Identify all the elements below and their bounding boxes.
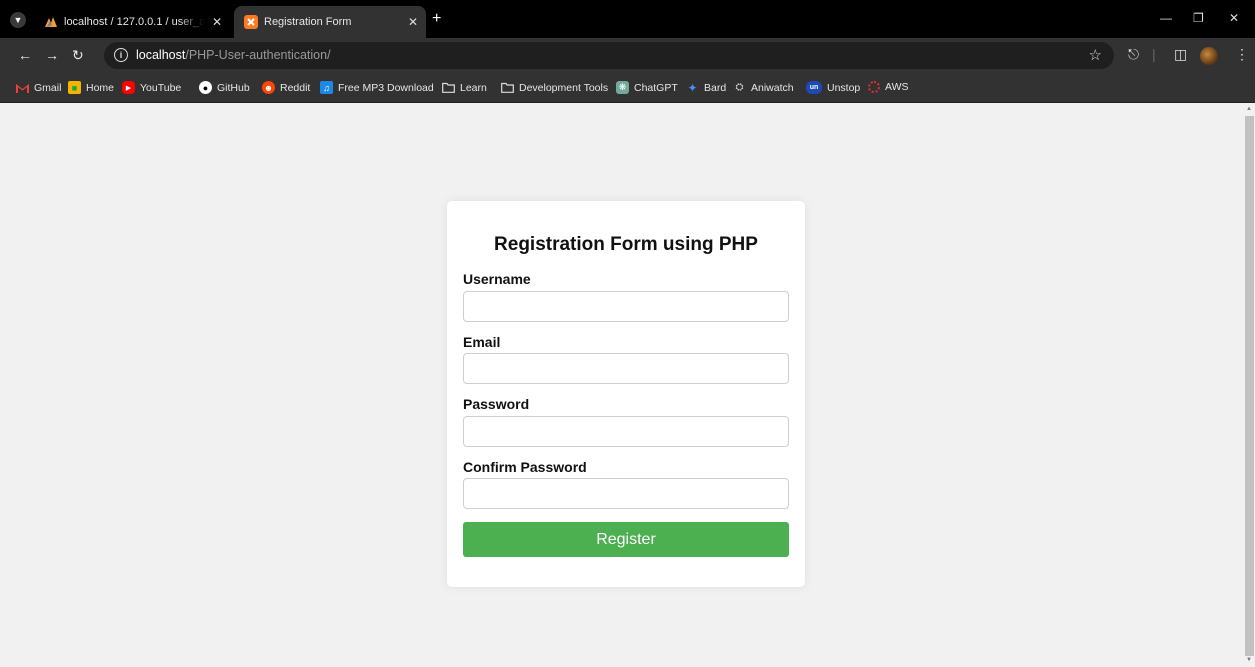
folder-icon bbox=[501, 81, 514, 94]
aws-icon bbox=[868, 81, 880, 93]
register-button[interactable]: Register bbox=[463, 522, 789, 557]
reddit-icon: ☻ bbox=[262, 81, 275, 94]
bard-icon: ✦ bbox=[687, 80, 698, 95]
email-label: Email bbox=[463, 334, 501, 350]
forward-arrow-icon[interactable]: → bbox=[45, 47, 59, 63]
toolbar-divider: | bbox=[1152, 46, 1156, 62]
address-bar[interactable]: i localhost/PHP-User-authentication/ ☆ bbox=[104, 42, 1114, 69]
tab-title: localhost / 127.0.0.1 / user_auth bbox=[64, 16, 204, 28]
form-title: Registration Form using PHP bbox=[494, 234, 758, 255]
registration-card: Registration Form using PHP Username Ema… bbox=[447, 201, 805, 587]
close-icon[interactable]: ✕ bbox=[408, 15, 418, 29]
new-tab-plus-icon[interactable]: + bbox=[432, 10, 441, 28]
minimize-icon[interactable]: — bbox=[1160, 11, 1172, 25]
confirm-password-input[interactable] bbox=[463, 478, 789, 509]
bookmark-aniwatch[interactable]: ⛭ Aniwatch bbox=[733, 81, 794, 94]
site-info-icon[interactable]: i bbox=[114, 48, 128, 62]
tab-search-button[interactable]: ▼ bbox=[10, 12, 26, 28]
bookmark-folder-development-tools[interactable]: Development Tools bbox=[501, 81, 608, 94]
browser-toolbar: ← → ↻ i localhost/PHP-User-authenticatio… bbox=[0, 38, 1255, 73]
side-panel-icon[interactable]: ◫ bbox=[1174, 46, 1187, 63]
chatgpt-icon: ❋ bbox=[616, 81, 629, 94]
bookmark-aws[interactable]: AWS bbox=[868, 81, 909, 93]
close-icon[interactable]: ✕ bbox=[212, 15, 222, 29]
gmail-icon bbox=[16, 81, 29, 94]
aniwatch-icon: ⛭ bbox=[735, 82, 744, 93]
profile-avatar[interactable] bbox=[1200, 47, 1218, 65]
back-arrow-icon[interactable]: ← bbox=[18, 47, 32, 63]
restore-icon[interactable]: ❐ bbox=[1193, 11, 1204, 25]
bookmark-unstop[interactable]: un Unstop bbox=[806, 81, 860, 94]
email-input[interactable] bbox=[463, 353, 789, 384]
reload-icon[interactable]: ↻ bbox=[72, 47, 84, 63]
bookmark-youtube[interactable]: ▶ YouTube bbox=[122, 81, 181, 94]
unstop-icon: un bbox=[806, 81, 822, 94]
tab-strip: ▼ localhost / 127.0.0.1 / user_auth ✕ Re… bbox=[0, 0, 1255, 38]
scroll-down-arrow-icon[interactable]: ▼ bbox=[1246, 657, 1252, 663]
bookmark-folder-learn[interactable]: Learn bbox=[442, 81, 487, 94]
bookmark-bard[interactable]: ✦ Bard bbox=[686, 80, 726, 95]
github-icon: ● bbox=[199, 81, 212, 94]
bookmark-gmail[interactable]: Gmail bbox=[16, 81, 61, 94]
bookmark-free-mp3[interactable]: ♫ Free MP3 Download bbox=[320, 81, 434, 94]
bookmark-chatgpt[interactable]: ❋ ChatGPT bbox=[616, 81, 678, 94]
scroll-up-arrow-icon[interactable]: ▲ bbox=[1246, 106, 1252, 112]
phpmyadmin-icon bbox=[44, 15, 58, 29]
more-menu-icon[interactable]: ⋮ bbox=[1235, 46, 1249, 63]
bookmark-star-icon[interactable]: ☆ bbox=[1089, 46, 1102, 64]
address-url[interactable]: localhost/PHP-User-authentication/ bbox=[136, 48, 331, 62]
tab-registration-form[interactable]: Registration Form ✕ bbox=[234, 6, 426, 38]
password-label: Password bbox=[463, 396, 530, 412]
music-icon: ♫ bbox=[320, 81, 333, 94]
bookmarks-bar: Gmail ■ Home ▶ YouTube ● GitHub ☻ Reddit… bbox=[0, 73, 1255, 103]
username-label: Username bbox=[463, 271, 531, 287]
home-icon: ■ bbox=[68, 81, 81, 94]
extensions-icon[interactable]: ⎋ bbox=[1128, 46, 1139, 63]
folder-icon bbox=[442, 81, 455, 94]
scrollbar-thumb[interactable] bbox=[1245, 116, 1254, 656]
window-close-icon[interactable]: ✕ bbox=[1229, 11, 1239, 25]
password-input[interactable] bbox=[463, 416, 789, 447]
bookmark-home[interactable]: ■ Home bbox=[68, 81, 114, 94]
xampp-icon bbox=[244, 15, 258, 29]
youtube-icon: ▶ bbox=[122, 81, 135, 94]
chevron-down-icon: ▼ bbox=[13, 15, 23, 25]
bookmark-reddit[interactable]: ☻ Reddit bbox=[262, 81, 310, 94]
tab-phpmyadmin[interactable]: localhost / 127.0.0.1 / user_auth ✕ bbox=[34, 6, 230, 38]
confirm-password-label: Confirm Password bbox=[463, 459, 587, 475]
tab-title: Registration Form bbox=[264, 16, 352, 28]
bookmark-github[interactable]: ● GitHub bbox=[199, 81, 250, 94]
username-input[interactable] bbox=[463, 291, 789, 322]
